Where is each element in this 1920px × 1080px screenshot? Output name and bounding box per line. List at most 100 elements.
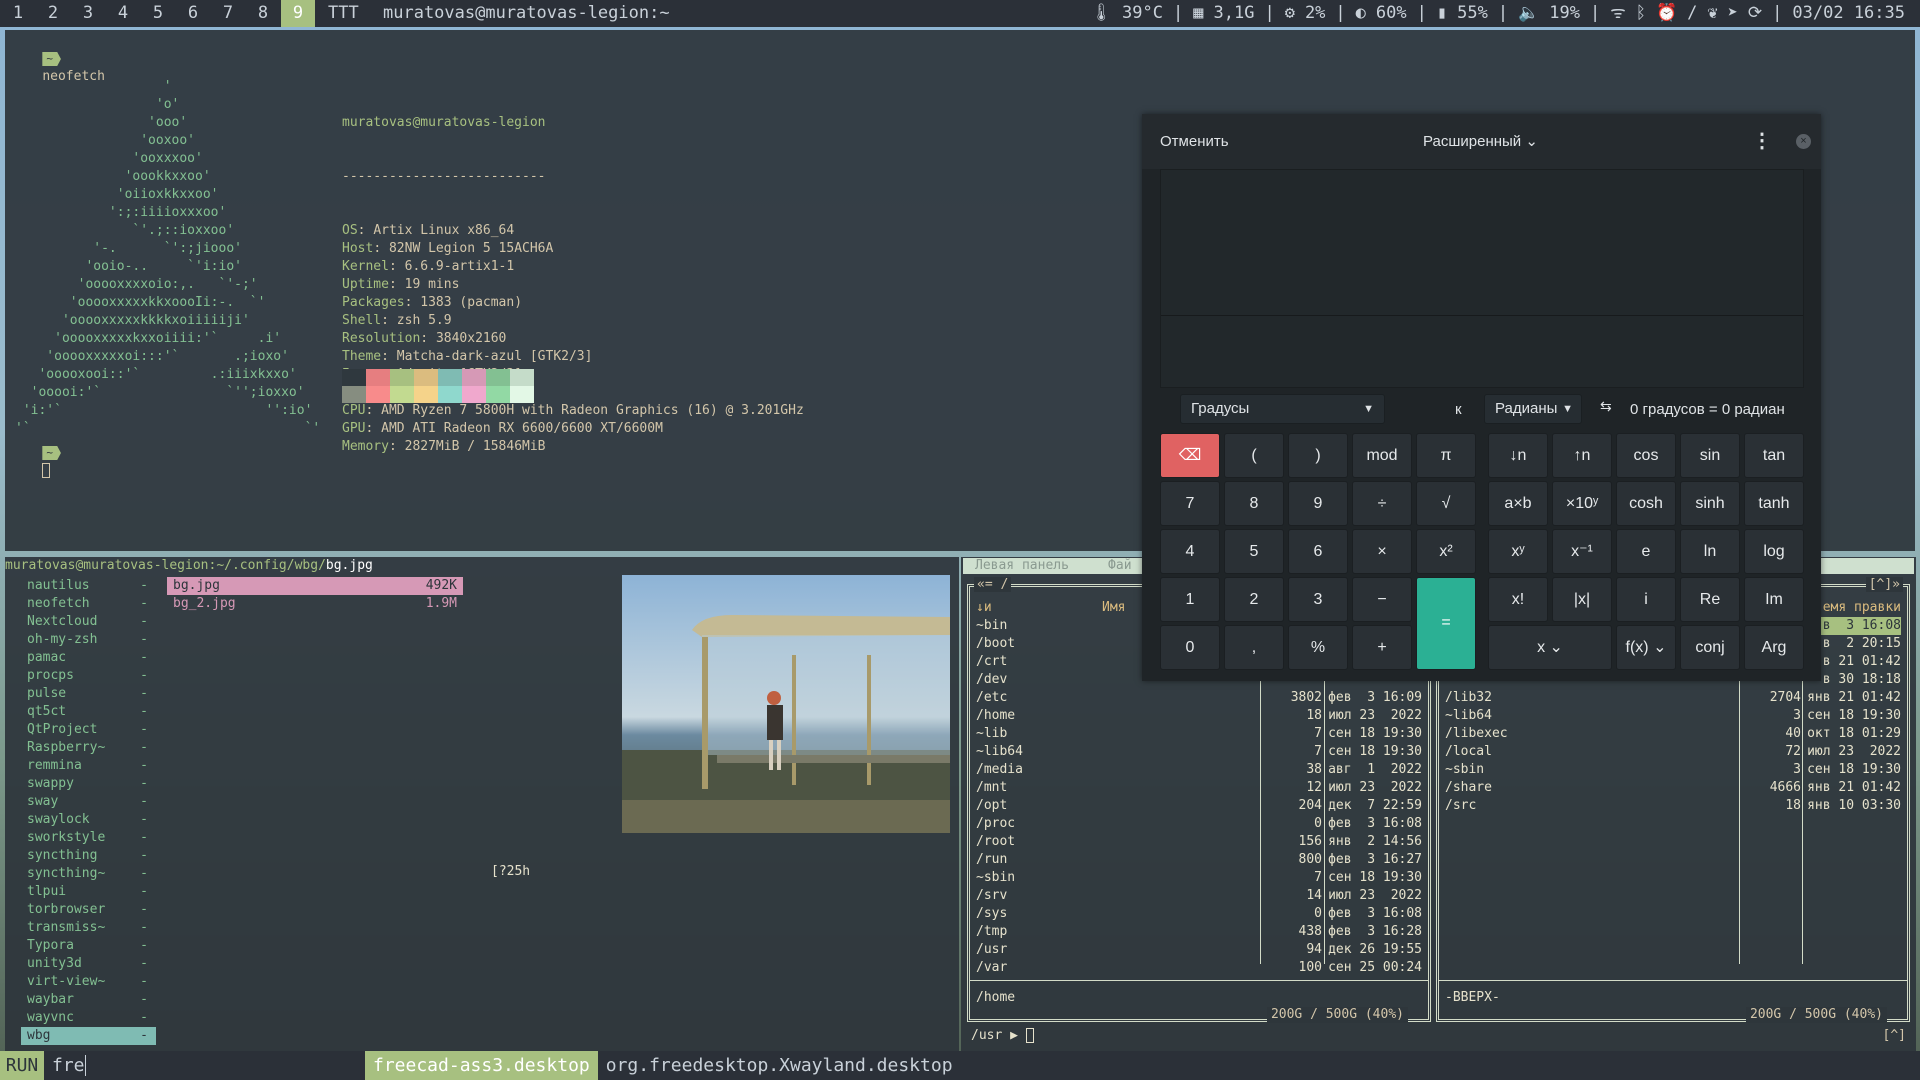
key-dropdown[interactable]: f(x) ⌄: [1616, 625, 1676, 670]
key-button[interactable]: ,: [1224, 625, 1284, 670]
key-button[interactable]: Re: [1680, 577, 1740, 622]
directory-item[interactable]: qt5ct -: [21, 703, 156, 721]
key-dropdown[interactable]: x ⌄: [1488, 625, 1612, 670]
key-button[interactable]: x²: [1416, 529, 1476, 574]
directory-item[interactable]: syncthing~ -: [21, 865, 156, 883]
key-button[interactable]: conj: [1680, 625, 1740, 670]
file-row[interactable]: /root 156 янв 2 14:56: [976, 833, 1422, 851]
key-button[interactable]: %: [1288, 625, 1348, 670]
file-row[interactable]: /var 100 сен 25 00:24: [976, 959, 1422, 977]
file-row[interactable]: /share 4666 янв 21 01:42: [1445, 779, 1901, 797]
bluetooth-icon[interactable]: ᛒ: [1631, 0, 1651, 27]
workspace-2[interactable]: 2: [36, 0, 70, 27]
key-button[interactable]: Arg: [1744, 625, 1804, 670]
file-row[interactable]: ~lib64 3 сен 18 19:30: [1445, 707, 1901, 725]
calculator-display[interactable]: [1160, 169, 1804, 388]
launcher-result[interactable]: org.freedesktop.Xwayland.desktop: [598, 1051, 961, 1080]
workspace-6[interactable]: 6: [176, 0, 210, 27]
file-row[interactable]: /proc 0 фев 3 16:08: [976, 815, 1422, 833]
workspace-4[interactable]: 4: [106, 0, 140, 27]
key-button[interactable]: cosh: [1616, 481, 1676, 526]
directory-item[interactable]: Raspberry~ -: [21, 739, 156, 757]
command-line[interactable]: /usr ▶: [971, 1027, 1034, 1045]
sort-indicator[interactable]: ↓и: [976, 600, 992, 615]
key-button[interactable]: 1: [1160, 577, 1220, 622]
directory-item[interactable]: virt-view~ -: [21, 973, 156, 991]
menu-icon[interactable]: ⋮: [1752, 114, 1772, 169]
column-header-date[interactable]: емя правки: [1823, 599, 1901, 617]
key-button[interactable]: ×: [1352, 529, 1412, 574]
key-button[interactable]: π: [1416, 433, 1476, 478]
directory-item[interactable]: sworkstyle -: [21, 829, 156, 847]
file-row[interactable]: ~sbin 3 сен 18 19:30: [1445, 761, 1901, 779]
key-button[interactable]: tanh: [1744, 481, 1804, 526]
slash[interactable]: /: [1682, 0, 1702, 27]
file-row[interactable]: /local 72 июл 23 2022: [1445, 743, 1901, 761]
key-button[interactable]: 5: [1224, 529, 1284, 574]
key-button[interactable]: ↑n: [1552, 433, 1612, 478]
key-button[interactable]: i: [1616, 577, 1676, 622]
key-button[interactable]: =: [1416, 577, 1476, 670]
file-item[interactable]: bg.jpg 492K: [167, 577, 463, 595]
key-button[interactable]: 2: [1224, 577, 1284, 622]
directory-item[interactable]: Typora -: [21, 937, 156, 955]
key-button[interactable]: ↓n: [1488, 433, 1548, 478]
file-row[interactable]: /opt 204 дек 7 22:59: [976, 797, 1422, 815]
key-button[interactable]: ln: [1680, 529, 1740, 574]
directory-item[interactable]: unity3d -: [21, 955, 156, 973]
directory-item[interactable]: QtProject -: [21, 721, 156, 739]
file-row[interactable]: /usr 94 дек 26 19:55: [976, 941, 1422, 959]
file-row[interactable]: /sys 0 фев 3 16:08: [976, 905, 1422, 923]
directory-item[interactable]: remmina -: [21, 757, 156, 775]
calculator-window[interactable]: Отменить Расширенный ⌄ ⋮ × Градусы ▼ к Ра…: [1142, 114, 1821, 681]
key-button[interactable]: mod: [1352, 433, 1412, 478]
key-button[interactable]: 4: [1160, 529, 1220, 574]
file-row[interactable]: /src 18 янв 10 03:30: [1445, 797, 1901, 815]
history-button[interactable]: [^]: [1883, 1027, 1906, 1045]
key-button[interactable]: 8: [1224, 481, 1284, 526]
directory-item[interactable]: torbrowser -: [21, 901, 156, 919]
file-row[interactable]: ~lib 7 сен 18 19:30: [976, 725, 1422, 743]
key-button[interactable]: Im: [1744, 577, 1804, 622]
key-button[interactable]: log: [1744, 529, 1804, 574]
key-button[interactable]: x⁻¹: [1552, 529, 1612, 574]
directory-item[interactable]: wbg -: [21, 1027, 156, 1045]
workspace-1[interactable]: 1: [1, 0, 35, 27]
workspace-3[interactable]: 3: [71, 0, 105, 27]
from-unit-select[interactable]: Градусы ▼: [1180, 394, 1385, 424]
swap-units-icon[interactable]: ⇆: [1600, 398, 1612, 415]
key-button[interactable]: xʸ: [1488, 529, 1548, 574]
directory-item[interactable]: swappy -: [21, 775, 156, 793]
key-button[interactable]: 3: [1288, 577, 1348, 622]
directory-item[interactable]: Nextcloud -: [21, 613, 156, 631]
file-row[interactable]: /lib32 2704 янв 21 01:42: [1445, 689, 1901, 707]
file-row[interactable]: /home 18 июл 23 2022: [976, 707, 1422, 725]
telegram-icon[interactable]: ➤: [1723, 0, 1743, 27]
key-button[interactable]: a×b: [1488, 481, 1548, 526]
key-button[interactable]: √: [1416, 481, 1476, 526]
key-button[interactable]: (: [1224, 433, 1284, 478]
key-button[interactable]: 0: [1160, 625, 1220, 670]
terminal-ranger[interactable]: muratovas@muratovas-legion:~/.config/wbg…: [5, 557, 959, 1051]
key-button[interactable]: ): [1288, 433, 1348, 478]
key-button[interactable]: ×10ʸ: [1552, 481, 1612, 526]
directory-item[interactable]: procps -: [21, 667, 156, 685]
file-row[interactable]: /run 800 фев 3 16:27: [976, 851, 1422, 869]
key-button[interactable]: e: [1616, 529, 1676, 574]
file-row[interactable]: /libexec 40 окт 18 01:29: [1445, 725, 1901, 743]
file-row[interactable]: ~sbin 7 сен 18 19:30: [976, 869, 1422, 887]
directory-item[interactable]: syncthing -: [21, 847, 156, 865]
key-button[interactable]: sinh: [1680, 481, 1740, 526]
key-button[interactable]: |x|: [1552, 577, 1612, 622]
launcher-input[interactable]: fre: [52, 1051, 86, 1080]
directory-item[interactable]: oh-my-zsh -: [21, 631, 156, 649]
key-button[interactable]: sin: [1680, 433, 1740, 478]
vpn-icon[interactable]: ❦: [1702, 0, 1722, 27]
workspace-7[interactable]: 7: [211, 0, 245, 27]
file-row[interactable]: /etc 3802 фев 3 16:09: [976, 689, 1422, 707]
key-button[interactable]: +: [1352, 625, 1412, 670]
sync-icon[interactable]: ⟳: [1743, 0, 1767, 27]
directory-item[interactable]: neofetch -: [21, 595, 156, 613]
file-row[interactable]: /mnt 12 июл 23 2022: [976, 779, 1422, 797]
key-button[interactable]: ÷: [1352, 481, 1412, 526]
